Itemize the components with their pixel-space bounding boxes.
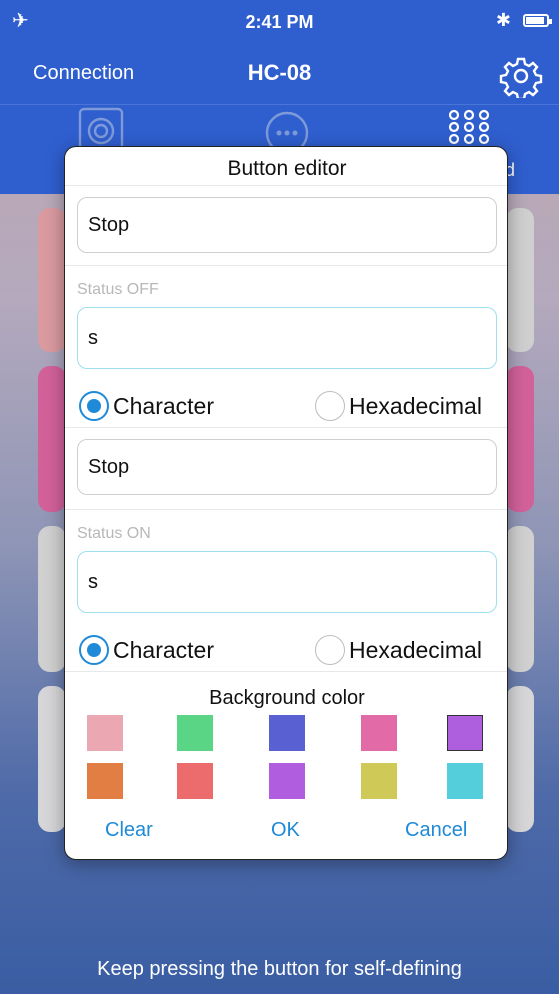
color-swatch[interactable] (87, 763, 123, 799)
off-hexadecimal-radio[interactable] (315, 391, 345, 421)
off-character-label[interactable]: Character (113, 393, 214, 420)
color-swatch[interactable] (269, 763, 305, 799)
custom-button-card[interactable] (38, 526, 66, 672)
custom-button-card[interactable] (38, 366, 66, 512)
color-swatch[interactable] (87, 715, 123, 751)
color-swatch[interactable] (269, 715, 305, 751)
on-command-input[interactable] (77, 551, 497, 613)
color-swatch[interactable] (447, 715, 483, 751)
on-character-label[interactable]: Character (113, 637, 214, 664)
clear-button[interactable]: Clear (105, 819, 153, 842)
battery-icon (523, 14, 552, 27)
off-name-input[interactable] (77, 197, 497, 253)
off-command-input[interactable] (77, 307, 497, 369)
off-hexadecimal-label[interactable]: Hexadecimal (349, 393, 482, 420)
status-bar: ✈ 2:41 PM ✱ (0, 0, 559, 44)
custom-button-card[interactable] (506, 686, 534, 832)
custom-button-card[interactable] (506, 208, 534, 352)
on-character-radio[interactable] (79, 635, 109, 665)
divider (65, 671, 507, 672)
color-swatch[interactable] (177, 715, 213, 751)
divider (65, 509, 507, 510)
status-off-caption: Status OFF (77, 281, 159, 298)
chat-tab-icon[interactable] (262, 107, 312, 151)
button-editor-dialog: Button editor Status OFF Character Hexad… (64, 146, 508, 860)
nav-bar: Connection HC-08 (0, 44, 559, 104)
color-swatch[interactable] (361, 763, 397, 799)
custom-button-card[interactable] (38, 208, 66, 352)
app-screen: ✈ 2:41 PM ✱ Connection HC-08 d Keep pres… (0, 0, 559, 994)
status-time: 2:41 PM (245, 12, 314, 32)
custom-button-card[interactable] (38, 686, 66, 832)
background-color-title: Background color (209, 687, 365, 709)
off-mode-radio-group: Character Hexadecimal (65, 385, 507, 425)
custom-button-card[interactable] (506, 526, 534, 672)
color-swatch[interactable] (361, 715, 397, 751)
bluetooth-icon: ✱ (495, 10, 511, 30)
gear-icon[interactable] (499, 54, 543, 98)
off-character-radio[interactable] (79, 391, 109, 421)
on-mode-radio-group: Character Hexadecimal (65, 629, 507, 669)
dialog-title: Button editor (227, 157, 347, 180)
page-title: HC-08 (247, 60, 312, 85)
keypad-tab-icon[interactable] (446, 107, 496, 151)
on-hexadecimal-radio[interactable] (315, 635, 345, 665)
on-name-input[interactable] (77, 439, 497, 495)
divider (65, 427, 507, 428)
speaker-tab-icon[interactable] (76, 107, 126, 151)
hint-text: Keep pressing the button for self-defini… (97, 958, 462, 980)
color-swatch[interactable] (177, 763, 213, 799)
ok-button[interactable]: OK (271, 819, 300, 842)
custom-button-card[interactable] (506, 366, 534, 512)
cancel-button[interactable]: Cancel (405, 819, 467, 842)
status-on-caption: Status ON (77, 525, 151, 542)
on-hexadecimal-label[interactable]: Hexadecimal (349, 637, 482, 664)
color-swatch[interactable] (447, 763, 483, 799)
divider (65, 265, 507, 266)
divider (65, 185, 507, 186)
